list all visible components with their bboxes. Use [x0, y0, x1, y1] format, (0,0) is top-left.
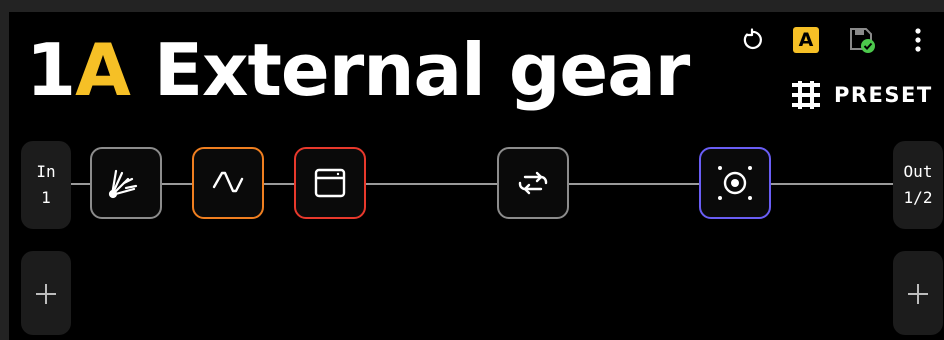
plus-icon [908, 284, 928, 304]
add-output-path-button[interactable] [893, 251, 943, 335]
preset-grid-icon [792, 81, 820, 109]
loop-icon [518, 171, 548, 195]
input-value: 1 [41, 188, 51, 207]
amp-icon [314, 168, 346, 198]
window-frame-top [0, 0, 944, 12]
more-vert-icon[interactable] [904, 26, 932, 54]
add-input-path-button[interactable] [21, 251, 71, 335]
preset-bank-letter: A [75, 28, 131, 112]
filter-icon [212, 171, 244, 193]
output-label: Out [903, 162, 933, 181]
signal-line [264, 183, 294, 185]
signal-line [771, 183, 893, 185]
bank-badge: A [793, 27, 819, 53]
signal-line [71, 183, 90, 185]
bank-a-button[interactable]: A [792, 26, 820, 54]
effect-block-filter[interactable] [192, 147, 264, 219]
save-status-icon[interactable] [848, 26, 876, 54]
output-block[interactable]: Out 1/2 [893, 141, 943, 229]
plus-icon [36, 284, 56, 304]
speaker-icon [718, 166, 752, 200]
preset-label: PRESET [834, 83, 933, 107]
input-label: In [36, 162, 56, 181]
effect-block-cab[interactable] [699, 147, 771, 219]
undo-icon[interactable] [738, 26, 766, 54]
input-block[interactable]: In 1 [21, 141, 71, 229]
output-value: 1/2 [903, 188, 933, 207]
wah-icon [108, 169, 138, 199]
signal-line [569, 183, 699, 185]
effect-block-loop[interactable] [497, 147, 569, 219]
preset-name: External gear [153, 28, 690, 112]
preset-button[interactable]: PRESET [790, 78, 933, 112]
effect-block-wah[interactable] [90, 147, 162, 219]
preset-title[interactable]: 1A External gear [26, 24, 690, 116]
signal-line [162, 183, 192, 185]
window-frame-left [0, 0, 9, 340]
effect-block-amp[interactable] [294, 147, 366, 219]
signal-line [366, 183, 497, 185]
preset-number: 1 [26, 28, 76, 112]
